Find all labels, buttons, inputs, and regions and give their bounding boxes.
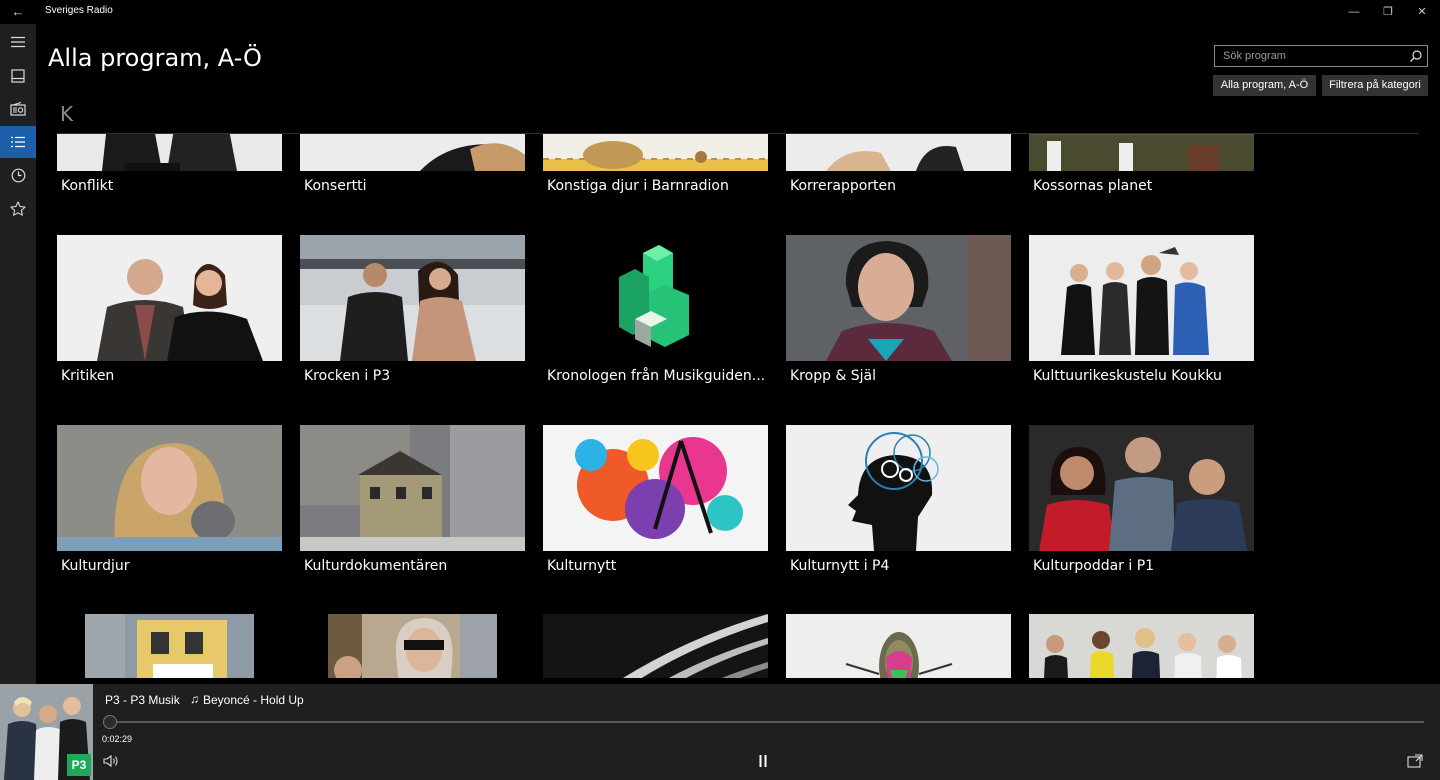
- search-icon[interactable]: [1409, 49, 1423, 63]
- section-letter[interactable]: K: [60, 102, 73, 126]
- program-thumbnail: [543, 425, 768, 551]
- pause-button[interactable]: [754, 752, 772, 770]
- program-title: Korrerapporten: [790, 178, 897, 194]
- program-list-icon: [11, 136, 25, 148]
- pause-icon: [759, 755, 767, 767]
- nav-history-button[interactable]: [0, 159, 36, 191]
- program-thumbnail: [57, 614, 282, 678]
- program-thumbnail: [300, 425, 525, 551]
- radio-channels-icon: [10, 102, 26, 116]
- program-title: Kropp & Själ: [790, 368, 877, 384]
- program-title: Kulturnytt i P4: [790, 558, 890, 574]
- program-title: Kulturdokumentären: [304, 558, 448, 574]
- volume-button[interactable]: [102, 752, 120, 770]
- app-title: Sveriges Radio: [45, 5, 113, 16]
- program-title: Konstiga djur i Barnradion: [547, 178, 729, 194]
- search-box[interactable]: [1214, 45, 1428, 67]
- title-bar: ← Sveriges Radio — ❐ ✕: [0, 0, 1440, 24]
- program-title: Konsertti: [304, 178, 367, 194]
- news-feed-icon: [11, 69, 25, 83]
- now-playing-song: Beyoncé - Hold Up: [203, 693, 304, 707]
- program-title: Konflikt: [61, 178, 114, 194]
- open-window-icon: [1407, 754, 1423, 768]
- program-thumbnail: [1029, 134, 1254, 171]
- program-thumbnail: [1029, 614, 1254, 678]
- filter-category-button[interactable]: Filtrera på kategori: [1322, 75, 1428, 96]
- search-input[interactable]: [1215, 46, 1401, 66]
- program-title: Kronologen från Musikguiden...: [547, 368, 766, 384]
- program-title: Kulturdjur: [61, 558, 130, 574]
- program-thumbnail: [543, 614, 768, 678]
- seek-thumb[interactable]: [103, 715, 117, 729]
- minimize-button[interactable]: —: [1337, 0, 1371, 24]
- favorites-star-icon: [10, 201, 26, 216]
- elapsed-time: 0:02:29: [102, 734, 133, 744]
- history-clock-icon: [11, 168, 25, 182]
- program-thumbnail: [543, 134, 768, 171]
- program-thumbnail: [786, 425, 1011, 551]
- hamburger-menu-button[interactable]: [0, 26, 36, 58]
- nav-channels-button[interactable]: [0, 93, 36, 125]
- program-thumbnail: [786, 235, 1011, 361]
- program-title: Kulturpoddar i P1: [1033, 558, 1155, 574]
- program-title: Kulttuurikeskustelu Koukku: [1033, 368, 1222, 384]
- program-thumbnail: [786, 614, 1011, 678]
- program-thumbnail: [1029, 235, 1254, 361]
- maximize-button[interactable]: ❐: [1371, 0, 1405, 24]
- album-art[interactable]: P3: [0, 684, 93, 780]
- program-thumbnail: [57, 235, 282, 361]
- close-button[interactable]: ✕: [1405, 0, 1439, 24]
- music-note-icon: ♫: [190, 692, 199, 706]
- program-title: Kulturnytt: [547, 558, 617, 574]
- program-title: Krocken i P3: [304, 368, 391, 384]
- now-playing-bar: P3 P3 - P3 Musik ♫ Beyoncé - Hold Up 0:0…: [0, 684, 1440, 780]
- program-thumbnail: [300, 614, 525, 678]
- program-title: Kossornas planet: [1033, 178, 1153, 194]
- hamburger-menu-icon: [11, 36, 25, 48]
- back-button[interactable]: ←: [8, 2, 28, 22]
- page-title: Alla program, A-Ö: [48, 44, 262, 72]
- open-fullscreen-button[interactable]: [1406, 752, 1424, 770]
- seek-bar[interactable]: [104, 721, 1424, 723]
- volume-icon: [103, 754, 118, 768]
- nav-news-button[interactable]: [0, 60, 36, 92]
- program-grid: Konflikt Konsertti Konstiga djur i Barnr…: [36, 134, 1440, 678]
- now-playing-station: P3 - P3 Musik: [105, 693, 180, 707]
- program-title: Kritiken: [61, 368, 115, 384]
- nav-favorites-button[interactable]: [0, 193, 36, 225]
- program-thumbnail: [786, 134, 1011, 171]
- program-thumbnail: [57, 134, 282, 171]
- nav-programs-button[interactable]: [0, 126, 36, 158]
- program-thumbnail: [57, 425, 282, 551]
- program-thumbnail: [300, 235, 525, 361]
- program-thumbnail: [543, 235, 768, 361]
- all-programs-button[interactable]: Alla program, A-Ö: [1213, 75, 1316, 96]
- channel-badge: P3: [67, 754, 91, 776]
- nav-rail: [0, 24, 36, 684]
- program-thumbnail: [300, 134, 525, 171]
- program-thumbnail: [1029, 425, 1254, 551]
